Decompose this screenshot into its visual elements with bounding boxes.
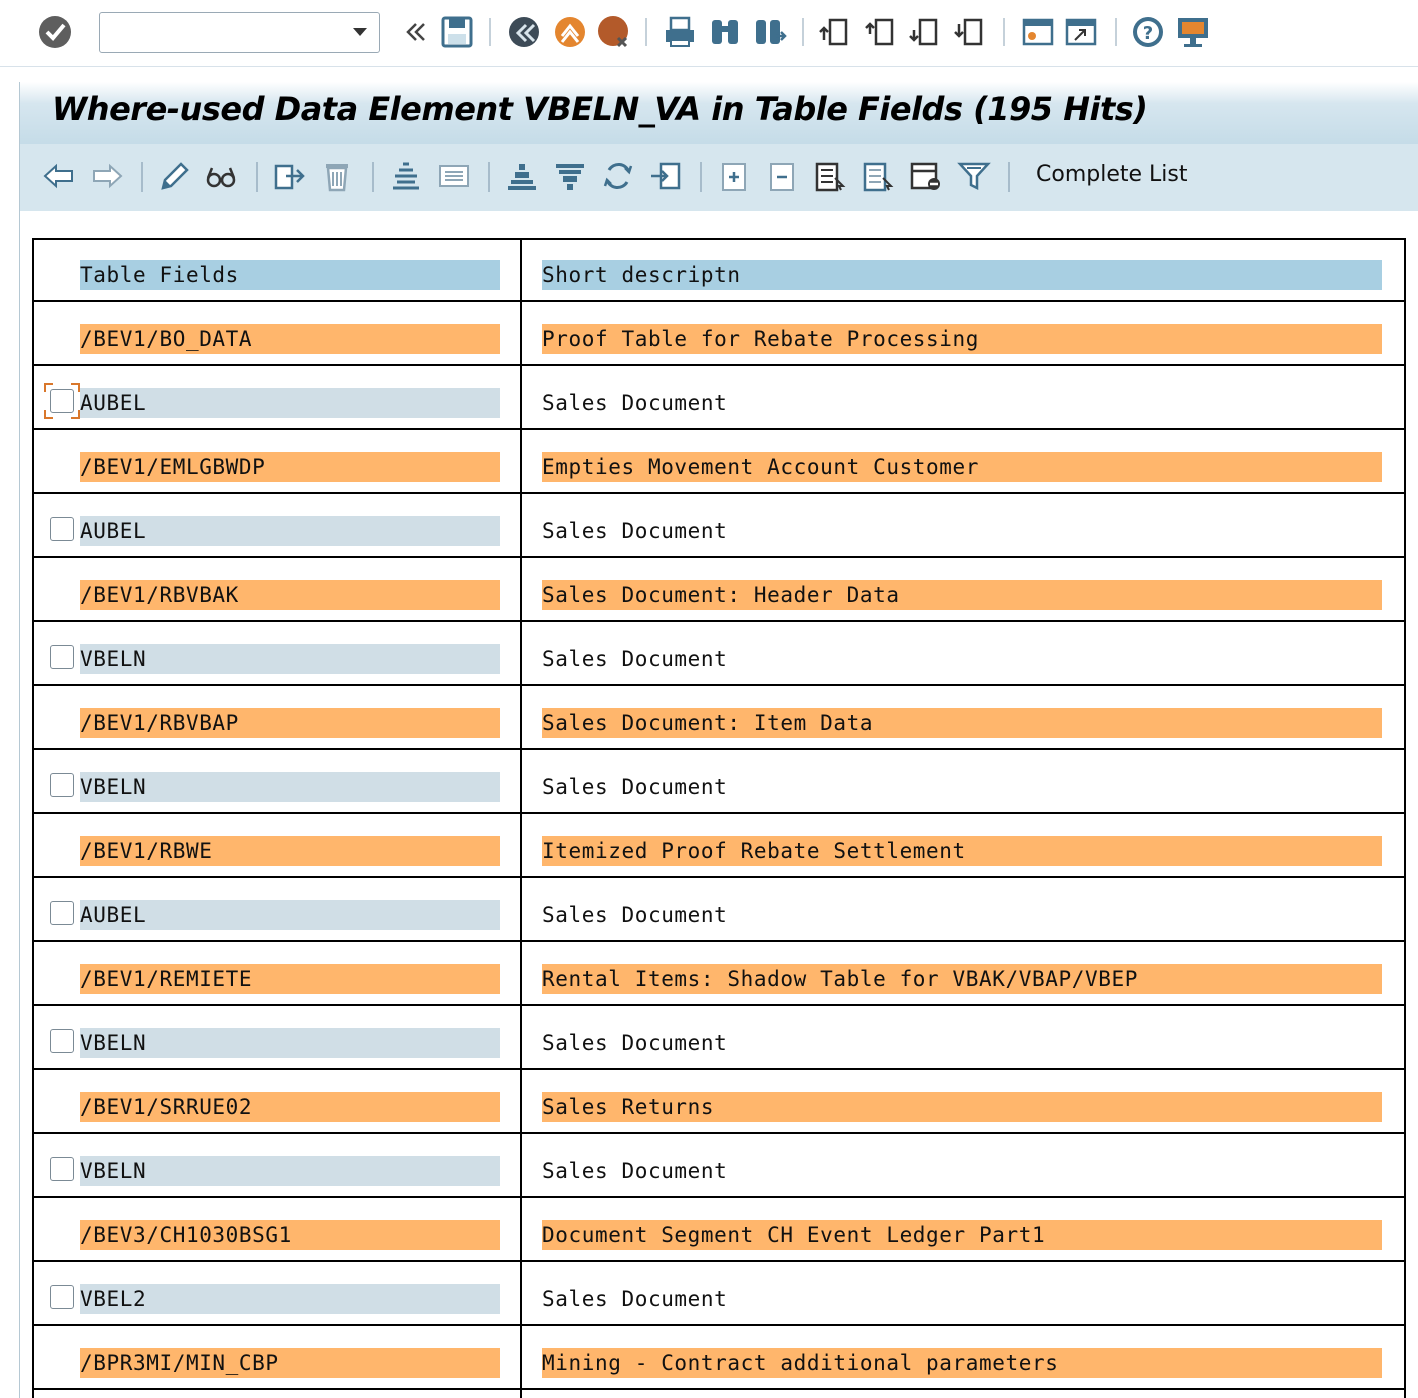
filter-icon[interactable] — [957, 158, 991, 194]
field-name-cell[interactable]: VBELN — [80, 644, 500, 674]
table-name-cell[interactable]: /BPR3MI/MIN_CBP — [80, 1348, 500, 1378]
collapse-subtree-icon[interactable] — [765, 158, 799, 194]
next-page-icon[interactable] — [908, 14, 944, 50]
row-checkbox[interactable] — [50, 645, 74, 669]
table-name-cell[interactable]: /BEV1/RBWE — [80, 836, 500, 866]
table-description-cell[interactable]: Document Segment CH Event Ledger Part1 — [542, 1220, 1382, 1250]
toolbar-separator — [1115, 18, 1117, 46]
complete-list-button[interactable]: Complete List — [1036, 162, 1187, 187]
table-description-cell[interactable]: Itemized Proof Rebate Settlement — [542, 836, 1382, 866]
select-all-icon[interactable] — [813, 158, 847, 194]
align-center-icon[interactable] — [389, 158, 423, 194]
table-name-cell[interactable]: /BEV1/REMIETE — [80, 964, 500, 994]
field-description-cell[interactable]: Sales Document — [542, 1028, 1382, 1058]
select-block-icon[interactable] — [909, 158, 943, 194]
first-page-icon[interactable] — [818, 14, 854, 50]
shortcut-icon[interactable] — [1063, 14, 1099, 50]
arrow-left-icon[interactable] — [42, 158, 76, 194]
back-icon[interactable] — [506, 14, 542, 50]
column-header-table-fields[interactable]: Table Fields — [80, 260, 500, 290]
row-checkbox[interactable] — [50, 773, 74, 797]
move-icon[interactable] — [272, 158, 306, 194]
toolbar-separator — [488, 162, 490, 192]
refresh-icon[interactable] — [601, 158, 635, 194]
last-page-icon[interactable] — [953, 14, 989, 50]
save-icon[interactable] — [439, 14, 475, 50]
toolbar-separator — [489, 18, 491, 46]
double-chevron-left-icon[interactable] — [398, 14, 434, 50]
previous-page-icon[interactable] — [864, 14, 900, 50]
customize-layout-icon[interactable] — [1175, 14, 1211, 50]
find-next-icon[interactable] — [752, 14, 788, 50]
field-description-cell[interactable]: Sales Document — [542, 1284, 1382, 1314]
chevron-down-icon[interactable] — [353, 28, 367, 36]
row-checkbox[interactable] — [50, 901, 74, 925]
system-toolbar: ? — [0, 0, 1418, 67]
new-session-icon[interactable] — [1020, 14, 1056, 50]
toolbar-separator — [645, 18, 647, 46]
details-icon[interactable] — [437, 158, 471, 194]
field-description-cell[interactable]: Sales Document — [542, 516, 1382, 546]
table-description-cell[interactable]: Sales Document: Header Data — [542, 580, 1382, 610]
row-checkbox[interactable] — [50, 389, 74, 413]
toolbar-separator — [700, 162, 702, 192]
trash-icon[interactable] — [320, 158, 354, 194]
row-checkbox[interactable] — [50, 1285, 74, 1309]
table-description-cell[interactable]: Sales Returns — [542, 1092, 1382, 1122]
toolbar-separator — [1008, 162, 1010, 192]
deselect-all-icon[interactable] — [861, 158, 895, 194]
field-name-cell[interactable]: AUBEL — [80, 516, 500, 546]
exit-icon[interactable] — [552, 14, 588, 50]
field-description-cell[interactable]: Sales Document — [542, 772, 1382, 802]
help-icon[interactable]: ? — [1130, 14, 1166, 50]
field-description-cell[interactable]: Sales Document — [542, 900, 1382, 930]
table-description-cell[interactable]: Rental Items: Shadow Table for VBAK/VBAP… — [542, 964, 1382, 994]
toolbar-separator — [1003, 18, 1005, 46]
table-description-cell[interactable]: Mining - Contract additional parameters — [542, 1348, 1382, 1378]
row-checkbox[interactable] — [50, 1157, 74, 1181]
table-name-cell[interactable]: /BEV1/SRRUE02 — [80, 1092, 500, 1122]
table-name-cell[interactable]: /BEV1/RBVBAP — [80, 708, 500, 738]
column-header-short-description[interactable]: Short descriptn — [542, 260, 1382, 290]
expand-subtree-icon[interactable] — [717, 158, 751, 194]
row-checkbox[interactable] — [50, 1029, 74, 1053]
sort-ascending-icon[interactable] — [505, 158, 539, 194]
field-description-cell[interactable]: Sales Document — [542, 1156, 1382, 1186]
field-name-cell[interactable]: VBELN — [80, 1156, 500, 1186]
field-name-cell[interactable]: VBEL2 — [80, 1284, 500, 1314]
svg-text:?: ? — [1143, 23, 1153, 44]
field-name-cell[interactable]: VBELN — [80, 772, 500, 802]
print-icon[interactable] — [662, 14, 698, 50]
row-checkbox[interactable] — [50, 517, 74, 541]
arrow-right-icon[interactable] — [90, 158, 124, 194]
table-description-cell[interactable]: Sales Document: Item Data — [542, 708, 1382, 738]
enter-check-icon[interactable] — [37, 14, 73, 50]
toolbar-separator — [372, 162, 374, 192]
table-description-cell[interactable]: Proof Table for Rebate Processing — [542, 324, 1382, 354]
toolbar-separator — [141, 162, 143, 192]
field-description-cell[interactable]: Sales Document — [542, 388, 1382, 418]
import-icon[interactable] — [649, 158, 683, 194]
find-icon[interactable] — [707, 14, 743, 50]
title-bar: Where-used Data Element VBELN_VA in Tabl… — [19, 82, 1418, 144]
application-toolbar: Complete List — [19, 144, 1418, 212]
display-glasses-icon[interactable] — [204, 158, 238, 194]
toolbar-separator — [256, 162, 258, 192]
sort-descending-icon[interactable] — [553, 158, 587, 194]
table-description-cell[interactable]: Empties Movement Account Customer — [542, 452, 1382, 482]
field-name-cell[interactable]: AUBEL — [80, 900, 500, 930]
table-name-cell[interactable]: /BEV3/CH1030BSG1 — [80, 1220, 500, 1250]
toolbar-separator — [802, 18, 804, 46]
column-divider — [520, 238, 522, 1398]
field-name-cell[interactable]: AUBEL — [80, 388, 500, 418]
table-name-cell[interactable]: /BEV1/RBVBAK — [80, 580, 500, 610]
field-name-cell[interactable]: VBELN — [80, 1028, 500, 1058]
table-name-cell[interactable]: /BEV1/BO_DATA — [80, 324, 500, 354]
command-field[interactable] — [99, 12, 380, 53]
field-description-cell[interactable]: Sales Document — [542, 644, 1382, 674]
cancel-icon[interactable] — [596, 14, 632, 50]
table-name-cell[interactable]: /BEV1/EMLGBWDP — [80, 452, 500, 482]
pencil-edit-icon[interactable] — [157, 158, 191, 194]
page-title: Where-used Data Element VBELN_VA in Tabl… — [52, 90, 1148, 128]
